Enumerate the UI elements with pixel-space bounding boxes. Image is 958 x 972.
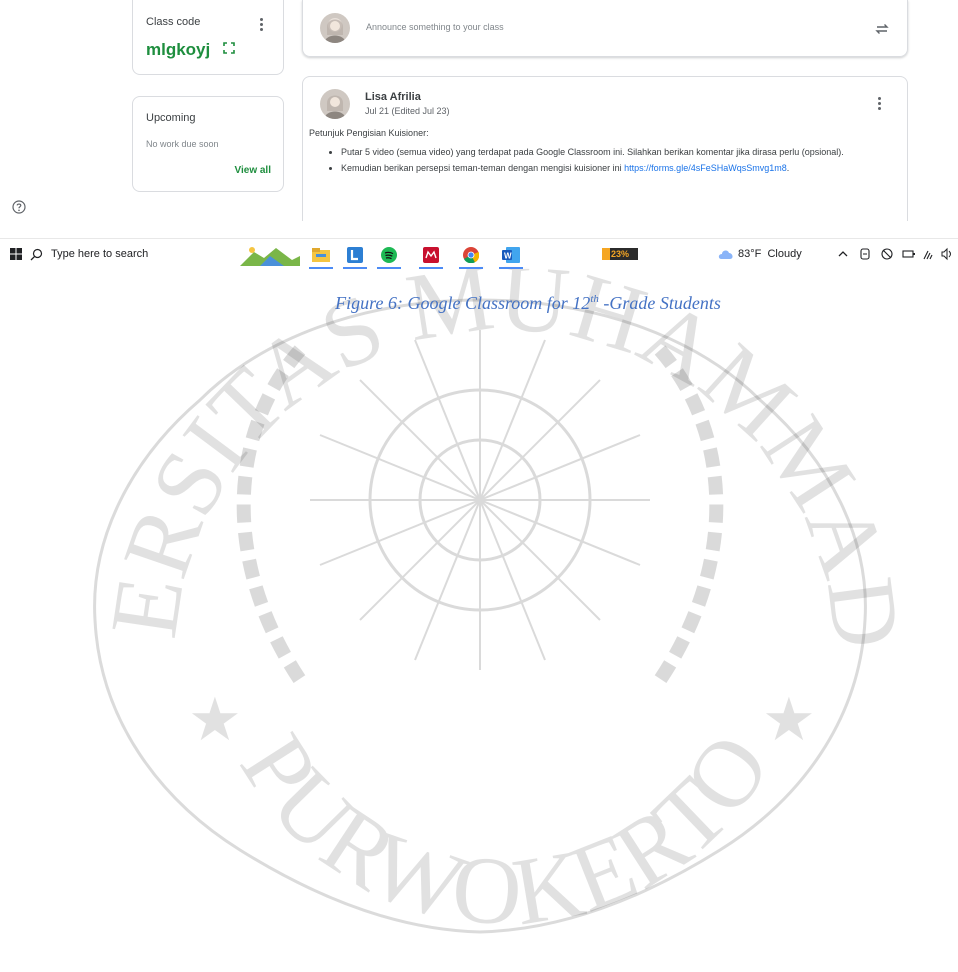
volume-icon[interactable] (940, 247, 954, 261)
upcoming-card: Upcoming No work due soon View all (132, 96, 284, 192)
more-options-icon[interactable] (260, 18, 264, 32)
form-link[interactable]: https://forms.gle/4sFeSHaWqsSmvg1m8 (624, 163, 787, 173)
caption-prefix: Figure 6: Google Classroom for 12 (335, 293, 591, 313)
post-options-icon[interactable] (878, 97, 882, 111)
windows-taskbar: Type here to search W 23% 83°F Cloudy (0, 238, 958, 269)
upcoming-empty-text: No work due soon (146, 139, 219, 149)
watermark-bottom-text: PURWOKERTO (220, 715, 790, 946)
svg-text:W: W (504, 252, 512, 261)
class-code-value: mlgkoyj (146, 40, 211, 59)
search-icon (30, 248, 43, 260)
list-item: Kemudian berikan persepsi teman-teman de… (341, 161, 901, 175)
post-date: Jul 21 (Edited Jul 23) (365, 106, 450, 116)
chrome-icon[interactable] (458, 243, 484, 269)
user-avatar (320, 13, 350, 43)
figure-caption: Figure 6: Google Classroom for 12th -Gra… (0, 293, 958, 314)
chevron-up-icon[interactable] (836, 247, 850, 261)
cloud-icon (718, 250, 733, 259)
fullscreen-icon[interactable] (222, 41, 236, 55)
svg-text:★: ★ (188, 687, 242, 753)
mendeley-icon[interactable] (418, 243, 444, 269)
file-explorer-icon[interactable] (308, 243, 334, 269)
l-app-icon[interactable] (342, 243, 368, 269)
post-card: Lisa Afrilia Jul 21 (Edited Jul 23) Petu… (302, 76, 908, 221)
repost-icon[interactable] (874, 21, 890, 37)
post-author: Lisa Afrilia (365, 91, 421, 103)
svg-text:★: ★ (762, 687, 816, 753)
weather-widget[interactable]: 83°F Cloudy (718, 239, 802, 269)
upcoming-title: Upcoming (146, 112, 196, 124)
announce-box[interactable]: Announce something to your class (302, 0, 908, 57)
class-code-card: Class code mlgkoyj (132, 0, 284, 75)
battery-icon[interactable] (902, 247, 916, 261)
taskbar-search[interactable]: Type here to search (30, 239, 270, 269)
word-icon[interactable]: W (498, 243, 524, 269)
classroom-screenshot: Class code mlgkoyj Upcoming No work due … (0, 0, 958, 269)
bullet2-text: Kemudian berikan persepsi teman-teman de… (341, 163, 625, 173)
caption-superscript: th (590, 293, 599, 305)
windows-start-icon[interactable] (10, 248, 22, 260)
help-icon[interactable] (12, 200, 26, 214)
post-intro: Petunjuk Pengisian Kuisioner: (309, 128, 429, 138)
caption-suffix: -Grade Students (598, 293, 721, 313)
spotify-icon[interactable] (376, 243, 402, 269)
author-avatar (320, 89, 350, 119)
cloud-sync-icon[interactable] (858, 247, 872, 261)
announce-placeholder[interactable]: Announce something to your class (366, 22, 504, 32)
search-placeholder: Type here to search (51, 248, 149, 260)
photos-icon[interactable] (240, 243, 300, 267)
bullet2-suffix: . (786, 163, 790, 173)
meet-now-icon[interactable] (880, 247, 894, 261)
list-item: Putar 5 video (semua video) yang terdapa… (341, 145, 901, 159)
battery-level-badge: 23% (602, 248, 638, 260)
post-instructions-list: Putar 5 video (semua video) yang terdapa… (327, 145, 901, 177)
wifi-icon[interactable] (922, 247, 936, 261)
view-all-link[interactable]: View all (234, 165, 271, 176)
weather-text: 83°F Cloudy (738, 248, 802, 260)
battery-percent: 23% (610, 249, 629, 259)
class-code-label: Class code (146, 16, 201, 28)
